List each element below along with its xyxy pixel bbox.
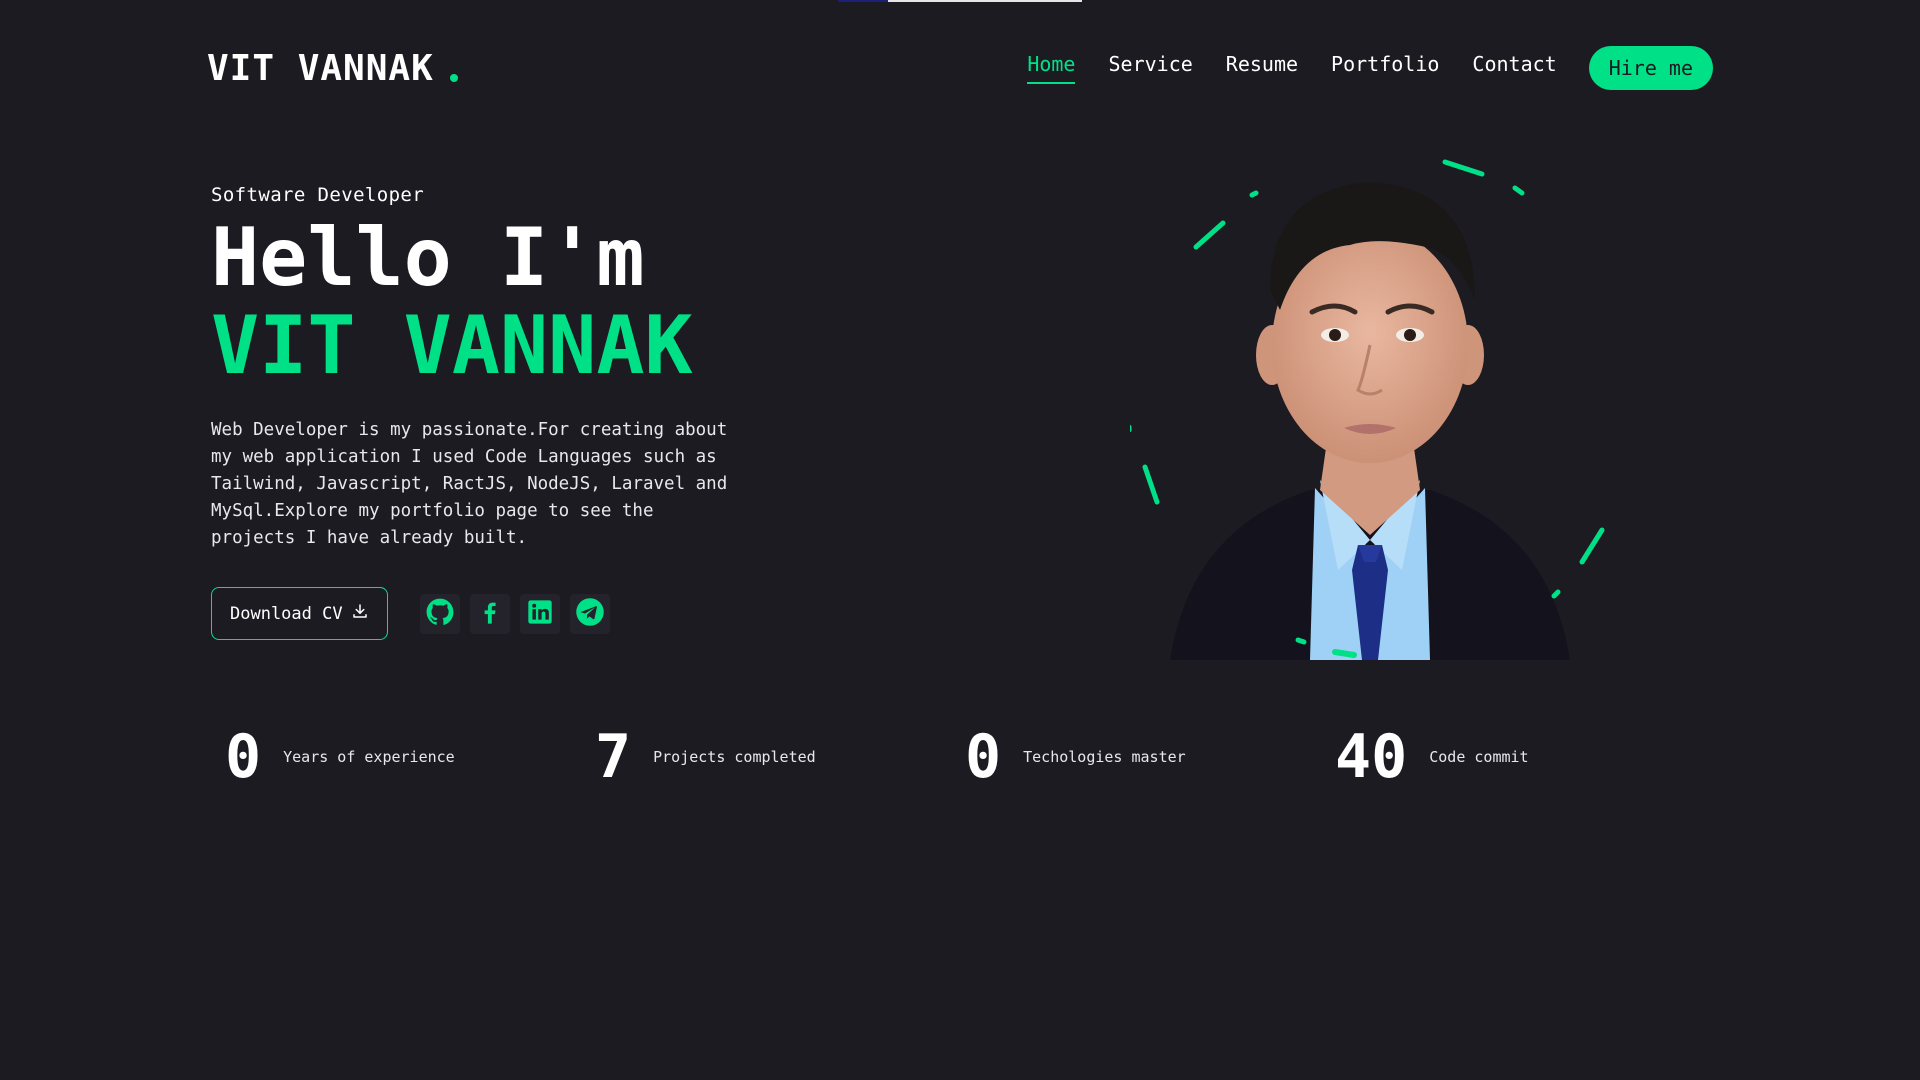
stat-value: 0	[965, 722, 1002, 792]
stat-technologies: 0 Techologies master	[965, 722, 1335, 792]
download-icon	[351, 602, 369, 625]
progress-segment-a	[838, 0, 888, 2]
hero-role: Software Developer	[211, 184, 425, 206]
stat-label: Code commit	[1429, 748, 1529, 766]
progress-segment-b	[888, 0, 1082, 2]
hero-name: VIT VANNAK	[211, 299, 693, 392]
hero-greeting: Hello I'm	[211, 211, 645, 304]
hero-actions: Download CV	[211, 587, 771, 640]
nav-item-portfolio[interactable]: Portfolio	[1331, 52, 1439, 84]
stat-label: Projects completed	[653, 748, 816, 766]
stat-label: Years of experience	[283, 748, 455, 766]
top-progress-bar	[838, 0, 1082, 2]
telegram-link[interactable]	[569, 593, 610, 634]
stat-projects: 7 Projects completed	[595, 722, 965, 792]
nav-item-home[interactable]: Home	[1027, 52, 1076, 84]
stat-commits: 40 Code commit	[1335, 722, 1705, 792]
linkedin-icon	[526, 598, 554, 630]
logo-text: VIT VANNAK	[207, 47, 434, 89]
stat-value: 7	[595, 722, 632, 792]
stat-value: 0	[225, 722, 262, 792]
profile-photo	[1130, 159, 1605, 660]
download-cv-label: Download CV	[230, 603, 343, 624]
github-link[interactable]	[419, 593, 460, 634]
download-cv-button[interactable]: Download CV	[211, 587, 388, 640]
nav-item-resume[interactable]: Resume	[1226, 52, 1298, 84]
hire-me-button[interactable]: Hire me	[1588, 46, 1713, 90]
site-logo[interactable]: VIT VANNAK	[207, 48, 458, 89]
stat-value: 40	[1335, 722, 1408, 792]
profile-photo-area	[1130, 150, 1610, 670]
nav-item-contact[interactable]: Contact	[1472, 52, 1556, 84]
hero-description: Web Developer is my passionate.For creat…	[211, 420, 728, 548]
social-links	[419, 593, 610, 634]
site-header: VIT VANNAK Home Service Resume Portfolio…	[207, 40, 1713, 96]
hero-intro: Software Developer Hello I'm VIT VANNAK …	[211, 184, 771, 640]
main-nav: Home Service Resume Portfolio Contact Hi…	[994, 46, 1713, 90]
linkedin-link[interactable]	[519, 593, 560, 634]
stats-row: 0 Years of experience 7 Projects complet…	[225, 722, 1705, 792]
stat-experience: 0 Years of experience	[225, 722, 595, 792]
github-icon	[426, 598, 454, 630]
logo-dot	[449, 73, 458, 82]
nav-item-service[interactable]: Service	[1108, 52, 1192, 84]
telegram-icon	[575, 597, 605, 631]
facebook-icon	[476, 598, 504, 630]
facebook-link[interactable]	[469, 593, 510, 634]
stat-label: Techologies master	[1023, 748, 1186, 766]
